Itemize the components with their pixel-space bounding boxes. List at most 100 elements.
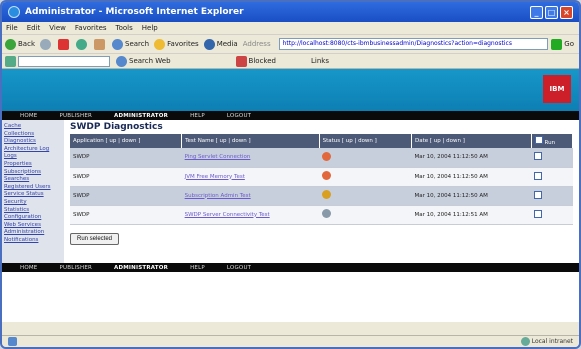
col-run[interactable]: Run [531, 134, 574, 148]
nav-administrator[interactable]: ADMINISTRATOR [114, 265, 168, 271]
search-button[interactable]: Search [112, 38, 149, 50]
back-arrow-icon [5, 38, 16, 50]
run-selected-button[interactable]: Run selected [70, 232, 120, 245]
toolbar-search-input[interactable] [18, 55, 110, 67]
nav-home[interactable]: HOME [20, 265, 38, 271]
menu-help[interactable]: Help [142, 24, 158, 32]
go-button[interactable]: Go [551, 38, 574, 50]
cell-test-name: Ping Servlet Connection [181, 148, 320, 168]
table-header-row: Application [ up | down ] Test Name [ up… [70, 134, 574, 148]
test-link[interactable]: Subscription Admin Test [185, 193, 251, 199]
test-link[interactable]: Ping Servlet Connection [185, 154, 251, 160]
col-date[interactable]: Date [ up | down ] [411, 134, 532, 148]
menu-favorites[interactable]: Favorites [75, 24, 107, 32]
sidebar-item-subscriptions[interactable]: Subscriptions [4, 169, 62, 177]
sidebar-item-administration[interactable]: Administration [4, 229, 62, 237]
search-web-button[interactable]: Search Web [116, 55, 171, 67]
stop-icon [58, 38, 69, 50]
ie-logo-icon [8, 6, 20, 18]
home-button[interactable] [94, 38, 107, 50]
col-application[interactable]: Application [ up | down ] [70, 134, 183, 148]
menu-file[interactable]: File [6, 24, 18, 32]
window-title: Administrator - Microsoft Internet Explo… [25, 7, 244, 17]
sidebar-item-diagnostics[interactable]: Diagnostics [4, 138, 62, 146]
close-button[interactable]: × [560, 5, 573, 19]
bottom-nav: HOME PUBLISHER ADMINISTRATOR HELP LOGOUT [2, 263, 579, 272]
col-status[interactable]: Status [ up | down ] [319, 134, 413, 148]
maximize-button[interactable]: □ [545, 5, 558, 19]
cell-status [319, 205, 412, 225]
sidebar-item-notifications[interactable]: Notifications [4, 237, 62, 245]
nav-publisher[interactable]: PUBLISHER [60, 265, 93, 271]
table-row: SWDP JVM Free Memory Test Mar 10, 2004 1… [70, 167, 573, 187]
back-button[interactable]: Back [5, 38, 35, 50]
sidebar-item-registered-users[interactable]: Registered Users [4, 184, 62, 192]
status-icon [322, 209, 332, 218]
popup-blocker-icon [235, 55, 247, 67]
cell-run [531, 167, 573, 187]
media-button[interactable]: Media [203, 38, 238, 50]
links-bar: Search Web Blocked Links [2, 54, 579, 69]
refresh-button[interactable] [76, 38, 89, 50]
table-body: SWDP Ping Servlet Connection Mar 10, 200… [70, 148, 573, 225]
sidebar-item-cache[interactable]: Cache [4, 123, 62, 131]
cell-test-name: JVM Free Memory Test [181, 167, 320, 187]
table-row: SWDP Ping Servlet Connection Mar 10, 200… [70, 148, 573, 168]
menu-view[interactable]: View [49, 24, 66, 32]
popup-blocked-indicator[interactable]: Blocked [235, 55, 276, 67]
sidebar-item-architecture-log[interactable]: Architecture Log [4, 146, 62, 154]
menu-tools[interactable]: Tools [116, 24, 133, 32]
minimize-button[interactable]: _ [530, 5, 543, 19]
cell-date: Mar 10, 2004 11:12:51 AM [411, 205, 532, 225]
sidebar-item-properties[interactable]: Properties [4, 161, 62, 169]
menu-edit[interactable]: Edit [27, 24, 41, 32]
page-title: SWDP Diagnostics [70, 122, 163, 132]
run-checkbox[interactable] [534, 190, 543, 199]
sidebar-item-logs[interactable]: Logs [4, 153, 62, 161]
cell-application: SWDP [70, 205, 182, 225]
refresh-icon [76, 38, 87, 50]
search-icon [112, 38, 123, 50]
cell-run [531, 148, 573, 168]
media-icon [203, 38, 215, 50]
table-row: SWDP SWDP Server Connectivity Test Mar 1… [70, 205, 573, 225]
test-link[interactable]: JVM Free Memory Test [185, 174, 245, 180]
sidebar-item-collections[interactable]: Collections [4, 131, 62, 139]
sidebar-item-service-status[interactable]: Service Status [4, 191, 62, 199]
sidebar-item-searches[interactable]: Searches [4, 176, 62, 184]
nav-logout[interactable]: LOGOUT [227, 113, 251, 119]
cell-status [319, 186, 412, 206]
cell-run [531, 205, 573, 225]
test-link[interactable]: SWDP Server Connectivity Test [185, 212, 270, 218]
nav-logout[interactable]: LOGOUT [227, 265, 251, 271]
sidebar-item-statistics[interactable]: Statistics [4, 207, 62, 215]
sidebar-item-configuration[interactable]: Configuration [4, 214, 62, 222]
stop-button[interactable] [58, 38, 71, 50]
status-bar: Local intranet [2, 335, 579, 347]
page-status-icon [8, 337, 17, 346]
run-checkbox[interactable] [534, 171, 543, 180]
content-area: Cache Collections Diagnostics Architectu… [2, 120, 579, 263]
nav-publisher[interactable]: PUBLISHER [60, 113, 93, 119]
forward-button[interactable] [40, 38, 53, 50]
cell-status [319, 167, 412, 187]
run-checkbox[interactable] [534, 152, 543, 161]
links-button[interactable]: Links [311, 57, 329, 65]
nav-administrator[interactable]: ADMINISTRATOR [114, 113, 168, 119]
table-row: SWDP Subscription Admin Test Mar 10, 200… [70, 186, 573, 206]
nav-home[interactable]: HOME [20, 113, 38, 119]
select-all-checkbox[interactable] [534, 136, 543, 144]
run-checkbox[interactable] [534, 209, 543, 218]
col-test-name[interactable]: Test Name [ up | down ] [181, 134, 320, 148]
favorites-button[interactable]: Favorites [154, 38, 199, 50]
nav-help[interactable]: HELP [190, 265, 205, 271]
sidebar-item-security[interactable]: Security [4, 199, 62, 207]
nav-help[interactable]: HELP [190, 113, 205, 119]
title-bar: Administrator - Microsoft Internet Explo… [2, 2, 579, 22]
address-bar[interactable]: http://localhost:8080/cts-ibmbusinessadm… [278, 38, 549, 50]
menu-bar: File Edit View Favorites Tools Help [2, 22, 579, 35]
go-arrow-icon [551, 38, 563, 50]
security-zone: Local intranet [520, 337, 573, 346]
top-nav: HOME PUBLISHER ADMINISTRATOR HELP LOGOUT [2, 111, 579, 120]
sidebar-item-web-services[interactable]: Web Services [4, 222, 62, 230]
